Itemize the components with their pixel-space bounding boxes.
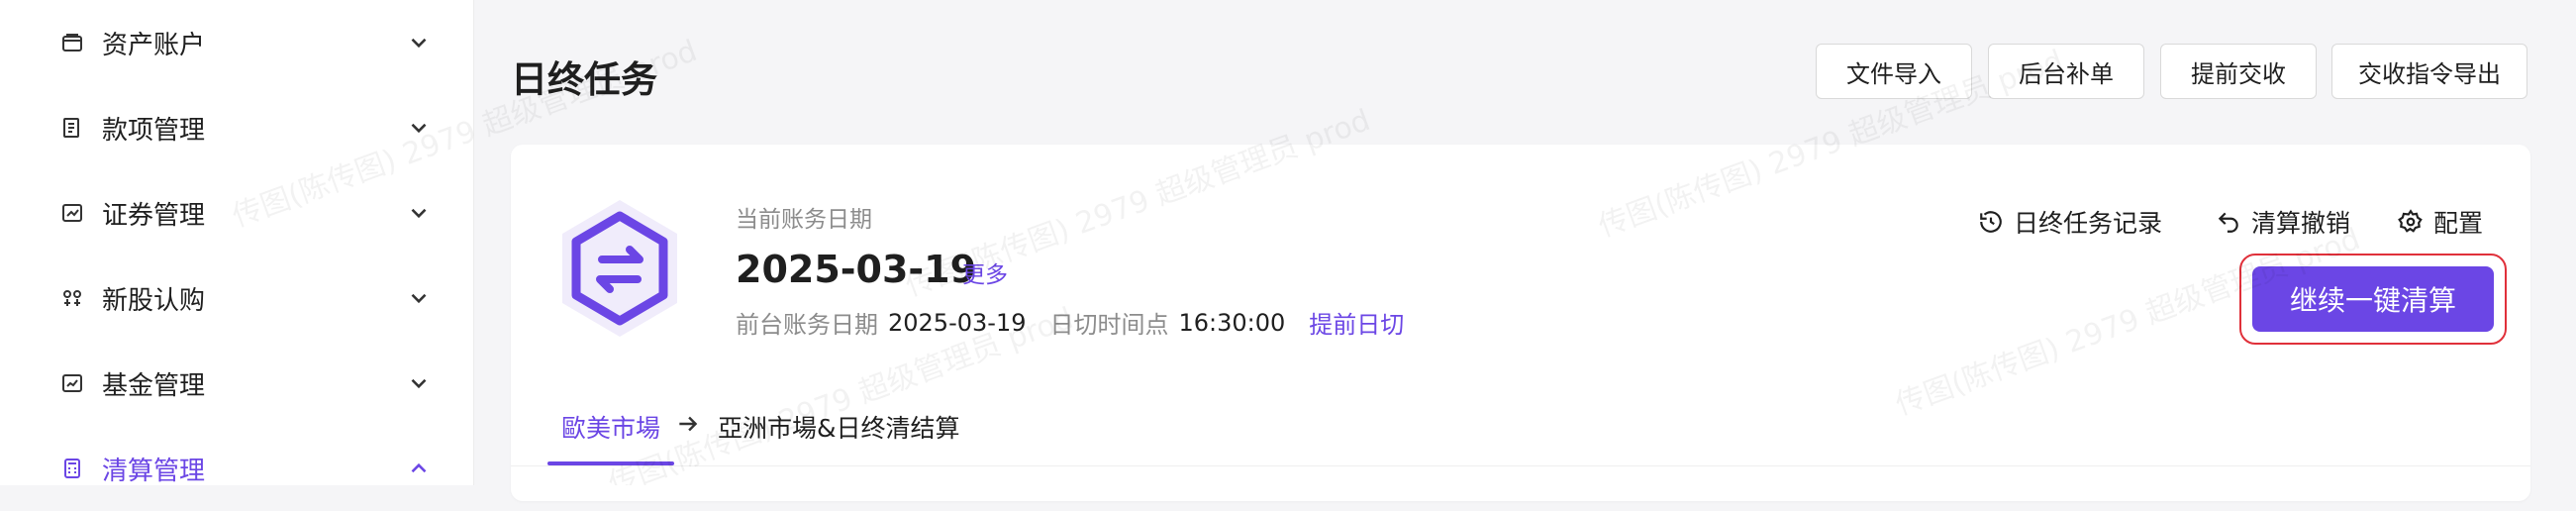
config-label: 配置 [2433,209,2484,238]
front-date-value: 2025-03-19 [888,308,1027,337]
cutoff-label: 日切时间点 [1049,311,1169,339]
ipo-icon [57,283,87,313]
sidebar-item-label: 新股认购 [102,285,206,316]
chevron-down-icon [411,378,427,389]
settlement-export-button[interactable]: 交收指令导出 [2331,44,2527,99]
advance-cutoff-link[interactable]: 提前日切 [1309,305,1404,340]
chevron-up-icon [411,462,427,473]
stock-chart-icon [57,198,87,228]
eod-records-label: 日终任务记录 [2014,209,2163,238]
chevron-down-icon [411,123,427,134]
file-import-button[interactable]: 文件导入 [1816,44,1972,99]
exchange-logo-icon [562,200,677,337]
page-title: 日终任务 [511,58,657,101]
sidebar-item-label: 款项管理 [102,115,206,146]
sidebar-item-label: 证券管理 [102,200,206,231]
tab-asia-market-eod[interactable]: 亞洲市場&日终清结算 [718,409,960,445]
tab-divider [511,465,2530,466]
more-link[interactable]: 更多 [962,256,1008,289]
clearing-undo-label: 清算撤销 [2251,209,2351,238]
history-icon [1980,211,2002,233]
gear-icon [2398,209,2423,233]
sidebar-item-asset-accounts[interactable]: 资产账户 [0,0,473,85]
chevron-down-icon [411,293,427,304]
sidebar-item-fund-management[interactable]: 基金管理 [0,341,473,426]
sidebar-item-clearing[interactable]: 清算管理 [0,426,473,511]
sidebar-item-label: 基金管理 [102,370,206,401]
continue-one-click-clearing-button[interactable]: 继续一键清算 [2252,266,2494,332]
front-date-label: 前台账务日期 [736,311,878,339]
undo-icon [2218,212,2238,233]
backend-supplement-button[interactable]: 后台补单 [1988,44,2144,99]
eod-records-action[interactable]: 日终任务记录 [1978,204,2162,240]
fund-chart-icon [57,368,87,398]
early-settlement-button[interactable]: 提前交收 [2160,44,2317,99]
wallet-icon [57,28,87,57]
sidebar-item-ipo[interactable]: 新股认购 [0,256,473,341]
sidebar-item-securities[interactable]: 证券管理 [0,170,473,256]
current-date-label: 当前账务日期 [736,207,872,233]
chevron-down-icon [411,38,427,49]
sidebar: 资产账户 款项管理 证券管理 新股认购 基金管理 清算管理 [0,0,474,486]
tab-us-europe-market[interactable]: 歐美市場 [561,409,660,445]
clearing-undo-action[interactable]: 清算撤销 [2216,204,2350,240]
arrow-right-icon [679,416,698,432]
document-icon [57,113,87,143]
sidebar-item-label: 资产账户 [102,30,206,60]
calculator-icon [57,454,87,483]
primary-action-highlight: 继续一键清算 [2239,254,2507,345]
current-date: 2025-03-19 [736,248,977,291]
chevron-down-icon [411,208,427,219]
sidebar-item-funds[interactable]: 款项管理 [0,85,473,170]
cutoff-time-value: 16:30:00 [1178,308,1286,337]
config-action[interactable]: 配置 [2398,204,2483,240]
sidebar-item-label: 清算管理 [102,456,206,486]
date-info-row: 前台账务日期 2025-03-19 日切时间点 16:30:00 提前日切 [736,305,1404,340]
